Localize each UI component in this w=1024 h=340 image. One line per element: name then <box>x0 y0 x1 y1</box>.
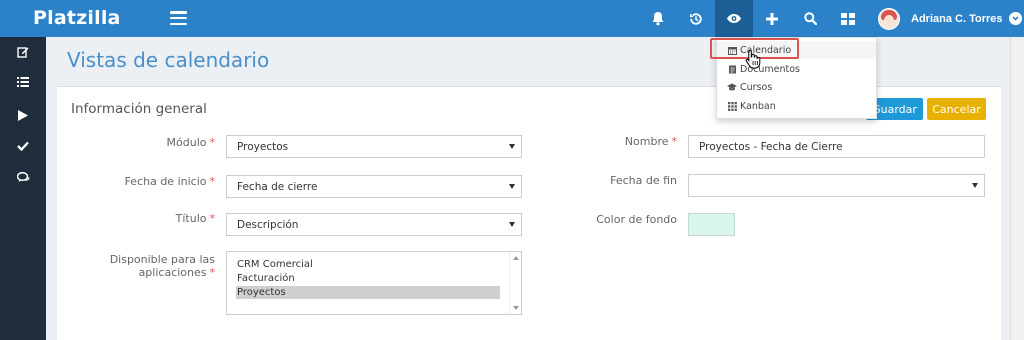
apps-multiselect[interactable]: CRM Comercial Facturación Proyectos <box>226 251 522 315</box>
caret-down-icon <box>509 184 515 189</box>
views-dropdown-menu: Calendario Documentos Cursos Kanban <box>716 37 877 119</box>
add-button[interactable] <box>753 0 791 37</box>
caret-down-icon <box>509 222 515 227</box>
caret-down-icon <box>509 144 515 149</box>
document-icon <box>727 64 737 74</box>
available-apps-label: Disponible para las aplicaciones * <box>109 253 215 279</box>
play-icon <box>18 109 28 121</box>
page-scrollbar[interactable] <box>1010 37 1024 340</box>
cancel-button[interactable]: Cancelar <box>927 98 986 120</box>
end-date-select[interactable] <box>688 174 985 197</box>
list-item[interactable]: Facturación <box>236 272 500 285</box>
module-label: Módulo * <box>166 136 215 149</box>
notifications-button[interactable] <box>639 0 677 37</box>
menu-item-calendario[interactable]: Calendario <box>717 41 876 59</box>
menu-toggle-icon[interactable] <box>170 11 187 26</box>
list-icon <box>17 77 29 87</box>
plus-icon <box>766 12 778 25</box>
name-label: Nombre * <box>624 135 677 148</box>
module-select[interactable]: Proyectos <box>226 135 522 158</box>
search-icon <box>803 12 817 25</box>
start-date-select[interactable]: Fecha de cierre <box>226 175 522 198</box>
name-input[interactable]: Proyectos - Fecha de Cierre <box>688 135 985 158</box>
background-color-label: Color de fondo <box>596 213 677 226</box>
listbox-scrollbar[interactable] <box>509 252 521 314</box>
page-title: Vistas de calendario <box>67 48 270 72</box>
title-select[interactable]: Descripción <box>226 213 522 236</box>
start-date-label: Fecha de inicio * <box>124 175 215 188</box>
history-button[interactable] <box>677 0 715 37</box>
list-item[interactable]: CRM Comercial <box>236 258 500 271</box>
sidebar-item-list[interactable] <box>0 67 46 97</box>
calendar-icon <box>727 45 737 55</box>
list-item-selected[interactable]: Proyectos <box>236 286 500 299</box>
background-color-picker[interactable] <box>688 213 735 236</box>
search-button[interactable] <box>791 0 829 37</box>
kanban-icon <box>727 101 737 111</box>
chevron-down-icon <box>1008 12 1022 25</box>
comments-icon <box>16 171 30 182</box>
menu-item-documentos[interactable]: Documentos <box>717 60 876 78</box>
bell-icon <box>652 12 664 26</box>
sidebar-item-comments[interactable] <box>0 162 46 192</box>
sidebar-item-check[interactable] <box>0 131 46 161</box>
title-label: Título * <box>175 212 215 225</box>
avatar <box>878 7 900 30</box>
user-name: Adriana C. Torres <box>911 12 1003 25</box>
sidebar-item-play[interactable] <box>0 100 46 130</box>
end-date-label: Fecha de fin <box>610 174 677 187</box>
menu-item-cursos[interactable]: Cursos <box>717 78 876 96</box>
check-icon <box>17 141 29 151</box>
views-button[interactable] <box>715 0 753 37</box>
brand-logo[interactable]: Platzilla <box>33 7 121 29</box>
user-menu[interactable]: Adriana C. Torres <box>878 0 1022 37</box>
menu-item-kanban[interactable]: Kanban <box>717 97 876 115</box>
edit-icon <box>17 47 29 58</box>
panel-title: Información general <box>71 101 207 117</box>
eye-icon <box>727 14 741 23</box>
apps-button[interactable] <box>829 0 867 37</box>
history-icon <box>690 12 702 25</box>
top-navbar: Platzilla Adriana C. Torres <box>0 0 1024 37</box>
sidebar <box>0 37 46 340</box>
caret-down-icon <box>972 183 978 188</box>
sidebar-item-edit[interactable] <box>0 37 46 67</box>
graduation-cap-icon <box>727 82 737 92</box>
grid-icon <box>841 12 855 25</box>
